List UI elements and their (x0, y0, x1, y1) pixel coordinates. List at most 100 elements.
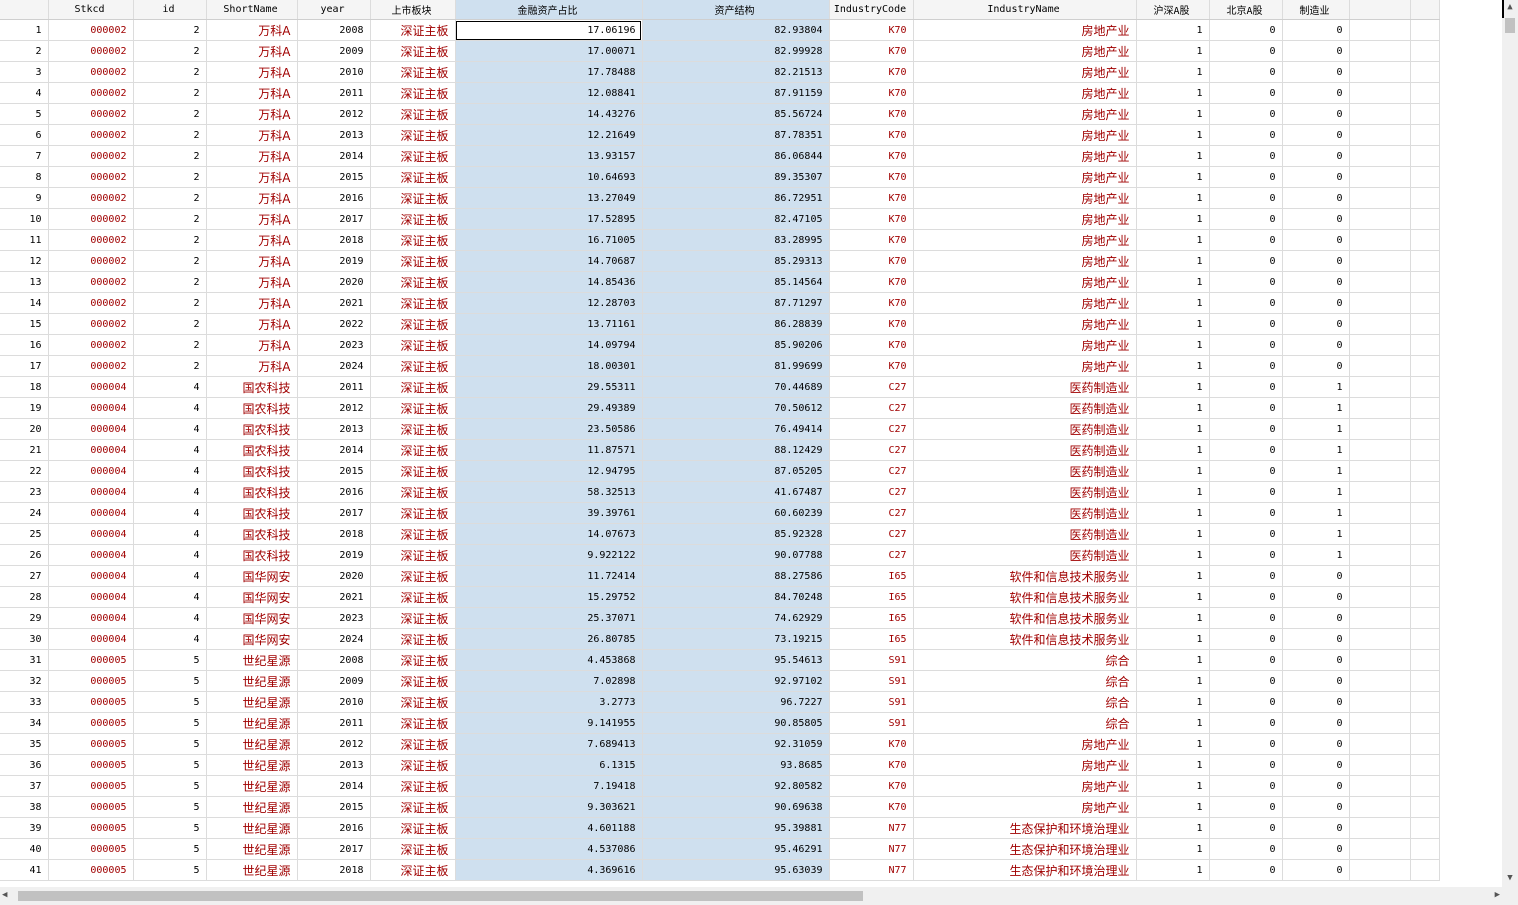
cell-board[interactable]: 深证主板 (370, 166, 456, 188)
cell-stkcd[interactable]: 000004 (48, 565, 134, 587)
cell-financial-asset-ratio[interactable]: 7.19418 (455, 775, 643, 797)
scroll-down-icon[interactable]: ▼ (1505, 873, 1515, 885)
cell-blank1[interactable] (1349, 103, 1411, 125)
cell-financial-asset-ratio[interactable]: 17.52895 (455, 208, 643, 230)
cell-financial-asset-ratio[interactable]: 7.02898 (455, 670, 643, 692)
cell-shortname[interactable]: 万科A (206, 271, 298, 293)
cell-manufacturing[interactable]: 1 (1282, 544, 1350, 566)
cell-blank2[interactable] (1410, 838, 1440, 860)
row-number[interactable]: 35 (0, 733, 49, 755)
cell-year[interactable]: 2021 (297, 586, 371, 608)
cell-sh-sz-a[interactable]: 1 (1136, 82, 1210, 104)
cell-bj-a[interactable]: 0 (1209, 292, 1283, 314)
cell-bj-a[interactable]: 0 (1209, 796, 1283, 818)
cell-industry-code[interactable]: K70 (829, 40, 914, 62)
column-header-shortname[interactable]: ShortName (206, 0, 298, 20)
row-number[interactable]: 9 (0, 187, 49, 209)
cell-stkcd[interactable]: 000002 (48, 61, 134, 83)
cell-blank2[interactable] (1410, 775, 1440, 797)
cell-financial-asset-ratio[interactable]: 17.78488 (455, 61, 643, 83)
cell-board[interactable]: 深证主板 (370, 649, 456, 671)
cell-financial-asset-ratio[interactable]: 29.55311 (455, 376, 643, 398)
cell-id[interactable]: 2 (133, 19, 207, 41)
cell-board[interactable]: 深证主板 (370, 145, 456, 167)
cell-sh-sz-a[interactable]: 1 (1136, 334, 1210, 356)
cell-id[interactable]: 5 (133, 859, 207, 881)
cell-blank1[interactable] (1349, 796, 1411, 818)
cell-asset-structure[interactable]: 70.50612 (642, 397, 830, 419)
cell-industry-name[interactable]: 房地产业 (913, 61, 1137, 83)
cell-manufacturing[interactable]: 0 (1282, 775, 1350, 797)
cell-financial-asset-ratio[interactable]: 12.08841 (455, 82, 643, 104)
cell-shortname[interactable]: 万科A (206, 82, 298, 104)
cell-stkcd[interactable]: 000005 (48, 649, 134, 671)
cell-blank1[interactable] (1349, 418, 1411, 440)
cell-blank2[interactable] (1410, 103, 1440, 125)
cell-industry-name[interactable]: 生态保护和环境治理业 (913, 817, 1137, 839)
cell-stkcd[interactable]: 000002 (48, 103, 134, 125)
cell-shortname[interactable]: 万科A (206, 229, 298, 251)
cell-board[interactable]: 深证主板 (370, 229, 456, 251)
cell-bj-a[interactable]: 0 (1209, 334, 1283, 356)
cell-stkcd[interactable]: 000005 (48, 712, 134, 734)
data-grid[interactable]: Stkcd id ShortName year 上市板块 金融资产占比 资产结构 Indust… (0, 0, 1502, 887)
cell-blank1[interactable] (1349, 61, 1411, 83)
cell-board[interactable]: 深证主板 (370, 82, 456, 104)
cell-asset-structure[interactable]: 90.69638 (642, 796, 830, 818)
cell-board[interactable]: 深证主板 (370, 523, 456, 545)
cell-bj-a[interactable]: 0 (1209, 271, 1283, 293)
cell-id[interactable]: 2 (133, 292, 207, 314)
cell-bj-a[interactable]: 0 (1209, 649, 1283, 671)
cell-stkcd[interactable]: 000002 (48, 19, 134, 41)
cell-stkcd[interactable]: 000005 (48, 859, 134, 881)
cell-industry-code[interactable]: K70 (829, 82, 914, 104)
cell-manufacturing[interactable]: 0 (1282, 838, 1350, 860)
cell-id[interactable]: 4 (133, 586, 207, 608)
cell-industry-code[interactable]: K70 (829, 187, 914, 209)
cell-year[interactable]: 2009 (297, 40, 371, 62)
cell-industry-code[interactable]: C27 (829, 502, 914, 524)
column-header-year[interactable]: year (297, 0, 371, 20)
cell-manufacturing[interactable]: 1 (1282, 418, 1350, 440)
cell-stkcd[interactable]: 000002 (48, 292, 134, 314)
cell-year[interactable]: 2017 (297, 502, 371, 524)
cell-industry-name[interactable]: 医药制造业 (913, 481, 1137, 503)
cell-board[interactable]: 深证主板 (370, 670, 456, 692)
cell-asset-structure[interactable]: 82.21513 (642, 61, 830, 83)
cell-industry-name[interactable]: 房地产业 (913, 775, 1137, 797)
cell-board[interactable]: 深证主板 (370, 124, 456, 146)
cell-manufacturing[interactable]: 0 (1282, 817, 1350, 839)
cell-financial-asset-ratio[interactable]: 23.50586 (455, 418, 643, 440)
cell-manufacturing[interactable]: 0 (1282, 565, 1350, 587)
cell-id[interactable]: 2 (133, 313, 207, 335)
cell-id[interactable]: 2 (133, 124, 207, 146)
cell-industry-code[interactable]: K70 (829, 250, 914, 272)
scroll-up-icon[interactable]: ▲ (1505, 2, 1515, 14)
cell-id[interactable]: 2 (133, 103, 207, 125)
row-number[interactable]: 14 (0, 292, 49, 314)
cell-sh-sz-a[interactable]: 1 (1136, 502, 1210, 524)
row-number[interactable]: 8 (0, 166, 49, 188)
row-number[interactable]: 12 (0, 250, 49, 272)
cell-year[interactable]: 2009 (297, 670, 371, 692)
cell-shortname[interactable]: 世纪星源 (206, 838, 298, 860)
cell-financial-asset-ratio[interactable]: 15.29752 (455, 586, 643, 608)
cell-shortname[interactable]: 万科A (206, 313, 298, 335)
cell-stkcd[interactable]: 000004 (48, 502, 134, 524)
cell-id[interactable]: 4 (133, 439, 207, 461)
cell-shortname[interactable]: 世纪星源 (206, 733, 298, 755)
cell-blank1[interactable] (1349, 586, 1411, 608)
cell-bj-a[interactable]: 0 (1209, 166, 1283, 188)
cell-blank1[interactable] (1349, 481, 1411, 503)
cell-industry-name[interactable]: 软件和信息技术服务业 (913, 586, 1137, 608)
cell-industry-code[interactable]: K70 (829, 166, 914, 188)
cell-industry-name[interactable]: 房地产业 (913, 733, 1137, 755)
cell-stkcd[interactable]: 000002 (48, 145, 134, 167)
cell-year[interactable]: 2022 (297, 313, 371, 335)
cell-shortname[interactable]: 万科A (206, 187, 298, 209)
cell-industry-name[interactable]: 房地产业 (913, 166, 1137, 188)
cell-year[interactable]: 2021 (297, 292, 371, 314)
cell-blank2[interactable] (1410, 313, 1440, 335)
cell-industry-code[interactable]: K70 (829, 229, 914, 251)
cell-board[interactable]: 深证主板 (370, 40, 456, 62)
